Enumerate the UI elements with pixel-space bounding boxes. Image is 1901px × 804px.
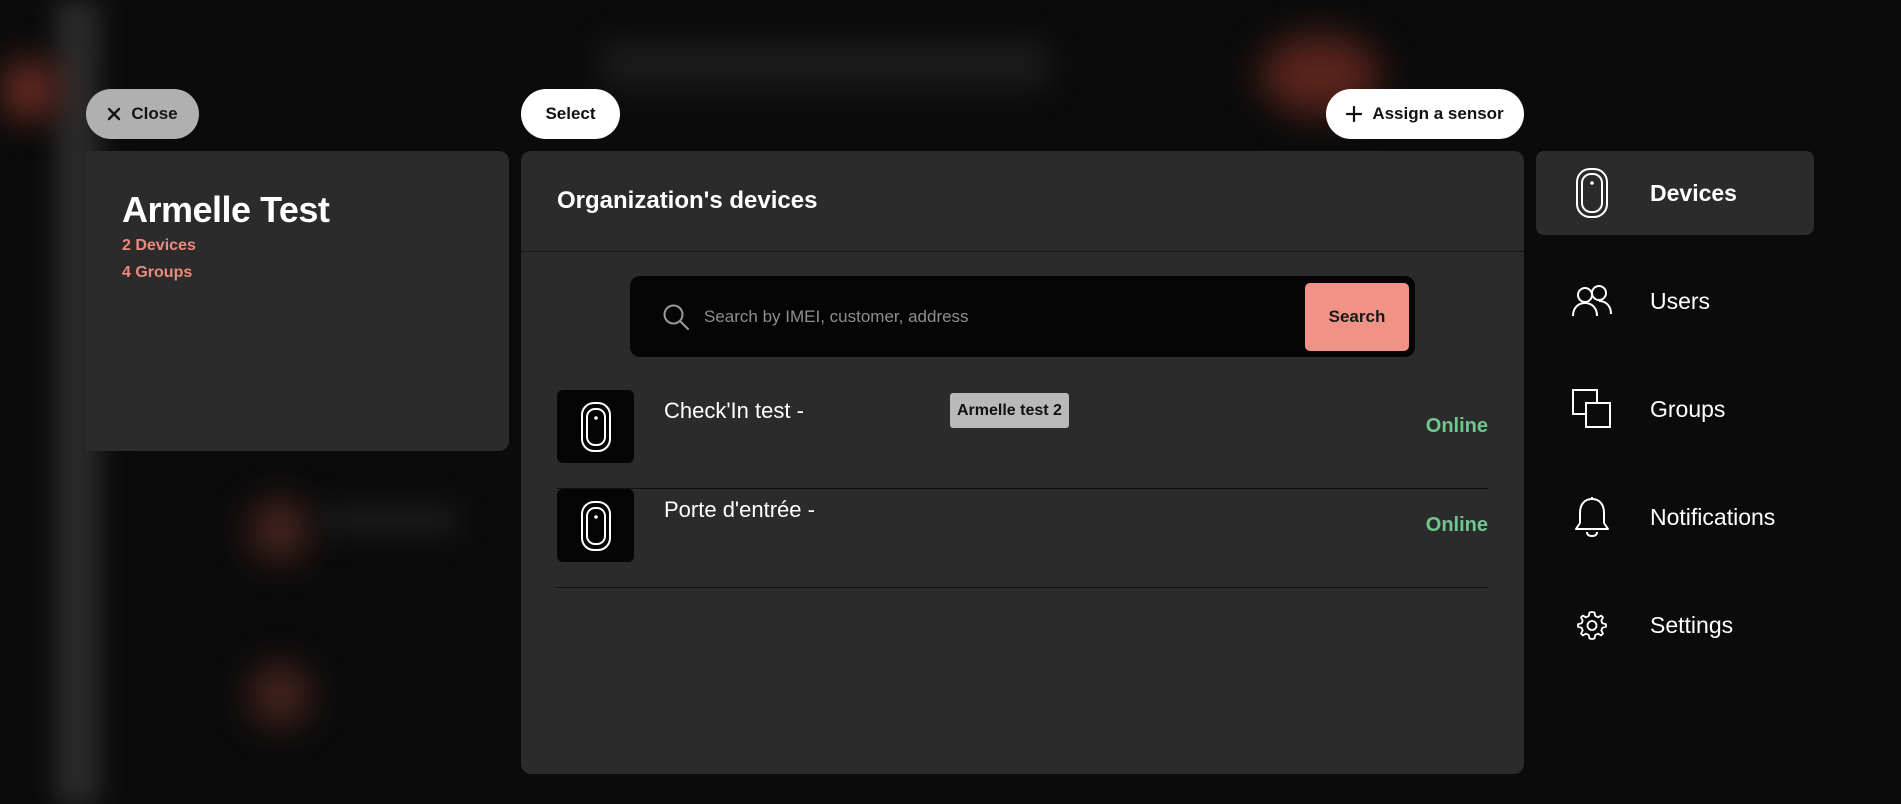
device-status: Online	[1425, 415, 1488, 437]
nav-label: Devices	[1650, 179, 1737, 206]
device-name: Porte d'entrée -	[664, 497, 815, 522]
bell-icon	[1571, 496, 1613, 538]
devices-count: 2 Devices	[122, 237, 196, 254]
device-group-tag: Armelle test 2	[950, 393, 1069, 428]
page-title: Organization's devices	[521, 151, 1524, 252]
device-name: Check'In test -	[664, 398, 804, 423]
device-icon	[580, 401, 611, 452]
search-icon	[663, 304, 689, 330]
background-card	[320, 505, 460, 535]
nav-label: Notifications	[1650, 503, 1776, 530]
devices-panel: Organization's devices Search Check'In t…	[521, 151, 1524, 774]
gear-icon	[1571, 604, 1613, 646]
nav-item-settings[interactable]: Settings	[1536, 583, 1814, 667]
nav-label: Users	[1650, 287, 1711, 314]
device-thumbnail	[557, 489, 634, 562]
assign-sensor-label: Assign a sensor	[1372, 104, 1504, 123]
search-input[interactable]	[704, 306, 1305, 327]
plus-icon	[1346, 106, 1363, 122]
search-bar: Search	[630, 276, 1415, 357]
nav-label: Settings	[1650, 611, 1734, 638]
device-row[interactable]: Check'In test - Armelle test 2 Online	[557, 390, 1488, 489]
search-button-label: Search	[1328, 306, 1386, 326]
groups-count: 4 Groups	[122, 264, 193, 281]
device-icon	[1571, 168, 1613, 218]
nav-item-users[interactable]: Users	[1536, 259, 1814, 343]
select-button[interactable]: Select	[521, 89, 620, 139]
background-card	[600, 40, 1050, 90]
search-button[interactable]: Search	[1305, 282, 1409, 351]
close-button[interactable]: Close	[86, 89, 199, 139]
device-list: Check'In test - Armelle test 2 Online Po…	[557, 390, 1488, 588]
nav-item-groups[interactable]: Groups	[1536, 367, 1814, 451]
device-row[interactable]: Porte d'entrée - Online	[557, 489, 1488, 588]
users-icon	[1571, 280, 1613, 322]
background-blob	[250, 500, 310, 560]
background-blob	[0, 60, 60, 120]
assign-sensor-button[interactable]: Assign a sensor	[1326, 89, 1524, 139]
groups-icon	[1571, 388, 1613, 430]
device-icon	[580, 500, 611, 551]
organization-name: Armelle Test	[122, 189, 330, 230]
close-icon	[108, 107, 121, 121]
background-blob	[250, 665, 310, 725]
device-status: Online	[1425, 514, 1488, 536]
select-label: Select	[545, 104, 596, 123]
close-label: Close	[131, 104, 178, 123]
nav-item-devices[interactable]: Devices	[1536, 151, 1814, 235]
nav-label: Groups	[1650, 395, 1726, 422]
organization-panel: Armelle Test 2 Devices 4 Groups	[86, 151, 509, 451]
device-thumbnail	[557, 390, 634, 463]
nav-item-notifications[interactable]: Notifications	[1536, 475, 1814, 559]
side-navigation: Devices Users Groups Notifications Setti…	[1536, 151, 1814, 691]
